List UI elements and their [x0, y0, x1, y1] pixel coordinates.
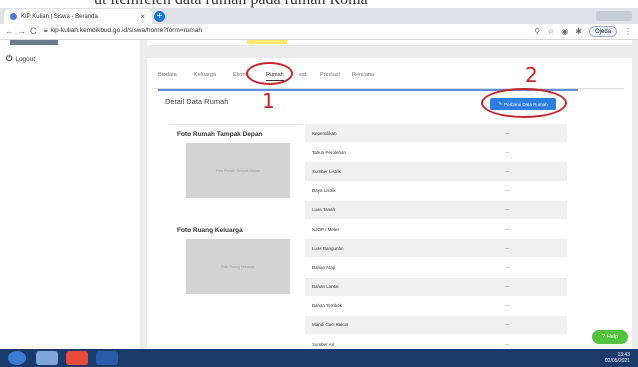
- row-label: Kepemilikan: [312, 130, 337, 136]
- browser-tab[interactable]: KIP Kuliah | Siswa - Beranda ×: [4, 9, 152, 24]
- row-label: Bahan Atap: [312, 264, 336, 270]
- system-tray[interactable]: 13:43 02/05/2021: [605, 352, 630, 364]
- top-band: [147, 40, 632, 45]
- photo-section: Foto Rumah Tampak Depan Foto Rumah Tampa…: [169, 124, 303, 354]
- form-tabs: Biodata Keluarga Ekono Rumah sat Prestas…: [154, 64, 624, 89]
- detail-panel: Detail Data Rumah ✎ Perbarui Data Rumah F…: [158, 88, 578, 367]
- row-label: Luas Bangunan: [312, 245, 344, 251]
- row-value: —: [505, 303, 510, 309]
- panel-title: Detail Data Rumah: [165, 97, 229, 106]
- table-row: NJOP / Meter —: [305, 219, 567, 240]
- table-row: Tahun Perolehan —: [305, 143, 567, 163]
- row-value: —: [505, 264, 510, 270]
- tab-prestasi[interactable]: Prestasi: [320, 72, 340, 78]
- house-data-table: Kepemilikan — Tahun Perolehan — Sumber Lis…: [305, 124, 567, 367]
- row-value: —: [505, 284, 510, 290]
- table-row: Kepemilikan —: [305, 124, 567, 144]
- front-photo-placeholder-text: Foto Rumah Tampak Depan: [216, 168, 260, 173]
- table-row: Bahan Atap —: [305, 258, 567, 278]
- close-tab-icon[interactable]: ×: [140, 12, 145, 21]
- row-label: Mandi Cuci Kakus: [312, 322, 349, 328]
- table-row: Bahan Tembok —: [305, 296, 567, 316]
- tab-keluarga[interactable]: Keluarga: [194, 72, 216, 78]
- room-photo-placeholder: Foto Ruang Keluarga: [186, 239, 290, 294]
- row-value: —: [505, 188, 510, 194]
- row-value: —: [505, 322, 510, 328]
- annotation-circle-button: [481, 88, 567, 118]
- logout-button[interactable]: ⏻ Logout: [6, 54, 35, 64]
- row-value: —: [505, 130, 510, 136]
- help-button[interactable]: ? Help: [592, 330, 628, 344]
- table-row: Sumber Listrik —: [305, 162, 567, 182]
- row-value: —: [505, 341, 510, 347]
- site-favicon-icon: [10, 13, 17, 20]
- annotation-number-two: 2: [525, 63, 538, 87]
- front-photo-placeholder: Foto Rumah Tampak Depan: [186, 143, 290, 198]
- extension-puzzle-icon[interactable]: ✱: [575, 27, 582, 36]
- row-value: —: [505, 245, 510, 251]
- zoom-icon[interactable]: ⚲: [534, 27, 540, 36]
- bookmark-star-icon[interactable]: ☆: [547, 27, 554, 36]
- row-value: —: [505, 168, 510, 174]
- row-label: NJOP / Meter: [312, 226, 340, 232]
- back-arrow-icon[interactable]: ←: [5, 26, 14, 36]
- menu-dots-icon[interactable]: ⋮: [624, 27, 632, 36]
- power-icon: ⏻: [6, 54, 13, 63]
- sidebar: ⏻ Logout: [0, 40, 140, 349]
- word-icon[interactable]: [96, 351, 118, 365]
- browser-tab-bar: KIP Kuliah | Siswa - Beranda × +: [0, 8, 638, 24]
- row-value: —: [505, 149, 510, 155]
- row-value: —: [505, 207, 510, 213]
- url-field[interactable]: 🔒︎ kip-kuliah.kemdikbud.go.id/siswa/home?…: [44, 27, 202, 35]
- help-label: Help: [606, 334, 619, 340]
- address-bar: ← → C 🔒︎ kip-kuliah.kemdikbud.go.id/siswa…: [0, 24, 638, 40]
- forward-arrow-icon[interactable]: →: [17, 26, 26, 36]
- table-row: Daya Listrik —: [305, 181, 567, 201]
- row-label: Luas Tanah: [312, 207, 336, 213]
- row-label: Sumber Listrik: [312, 168, 341, 174]
- chrome-icon[interactable]: [66, 351, 88, 365]
- row-label: Bahan Tembok: [312, 303, 342, 309]
- annotation-circle-tab: [246, 62, 293, 85]
- clock-date: 02/05/2021: [604, 358, 630, 364]
- url-text: kip-kuliah.kemdikbud.go.id/siswa/home?fo…: [50, 27, 203, 34]
- row-label: Bahan Lantai: [312, 284, 339, 290]
- tab-biodata[interactable]: Biodata: [158, 72, 177, 78]
- row-value: —: [505, 226, 510, 232]
- row-label: Tahun Perolehan: [312, 149, 347, 155]
- browser-tab-title: KIP Kuliah | Siswa - Beranda: [21, 13, 98, 20]
- tab-aset[interactable]: sat: [299, 72, 306, 78]
- extension-icon[interactable]: ◉: [561, 27, 568, 36]
- row-label: Sumber Air: [312, 341, 335, 347]
- taskbar: 13:43 02/05/2021: [0, 349, 638, 367]
- room-photo-placeholder-text: Foto Ruang Keluarga: [221, 264, 255, 269]
- profile-button[interactable]: Ojeda: [588, 26, 617, 37]
- document-caption-strip: ut itemfelen data rumah pada rumah Roma: [0, 0, 638, 8]
- caption-text: ut itemfelen data rumah pada rumah Roma: [94, 0, 368, 8]
- new-tab-icon[interactable]: +: [154, 11, 165, 22]
- help-icon: ?: [601, 334, 605, 340]
- table-row: Mandi Cuci Kakus —: [305, 315, 567, 336]
- room-photo-title: Foto Ruang Keluarga: [177, 227, 243, 234]
- profile-name: Ojeda: [594, 29, 611, 35]
- logout-label: Logout: [15, 56, 36, 63]
- sidebar-active-item[interactable]: [10, 40, 58, 45]
- front-photo-title: Foto Rumah Tampak Depan: [177, 131, 263, 138]
- window-controls[interactable]: [596, 11, 632, 21]
- table-row: Luas Tanah —: [305, 200, 567, 220]
- table-row: Bahan Lantai —: [305, 277, 567, 297]
- lock-icon: 🔒︎: [44, 27, 48, 34]
- reload-icon[interactable]: C: [30, 26, 37, 36]
- main-card: Biodata Keluarga Ekono Rumah sat Prestas…: [147, 58, 632, 367]
- table-row: Luas Bangunan —: [305, 239, 567, 259]
- file-explorer-icon[interactable]: [36, 351, 58, 365]
- highlight-marker: [247, 40, 287, 44]
- start-button[interactable]: [8, 351, 26, 365]
- row-label: Daya Listrik: [312, 188, 336, 194]
- tab-rencana[interactable]: Rencana: [352, 72, 374, 78]
